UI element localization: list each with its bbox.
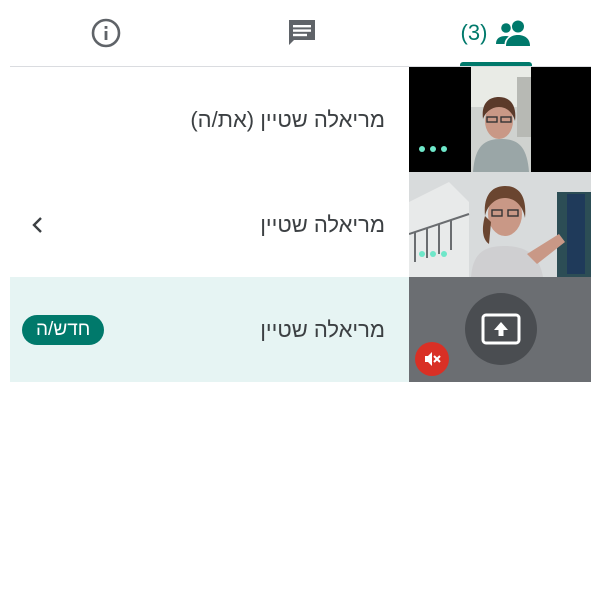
tab-info[interactable] [66,0,146,66]
present-screen-icon [481,313,521,345]
tab-bar: (3) [0,0,591,66]
tab-chat[interactable] [262,0,342,66]
chat-icon [289,20,315,45]
participant-list: מריאלה שטיין (את/ה) מריאלה שטיין מריאלה … [10,67,591,382]
tab-people[interactable]: (3) [440,0,552,66]
video-tile [409,172,591,277]
video-tile [409,67,591,172]
audio-indicator [419,146,447,152]
participant-row[interactable]: מריאלה שטיין [10,172,591,277]
new-badge: חדש/ה [22,315,105,345]
participant-row[interactable]: מריאלה שטיין חדש/ה [10,277,591,382]
participant-video [409,172,591,277]
chevron-left-icon [32,216,42,233]
participant-name: מריאלה שטיין [260,211,385,237]
muted-indicator [415,342,449,376]
expand-button[interactable] [28,172,48,277]
audio-indicator [419,251,447,257]
participant-video [471,67,531,172]
participant-count: (3) [460,20,488,45]
participant-name: מריאלה שטיין [260,316,385,342]
info-icon [91,18,121,48]
participant-row[interactable]: מריאלה שטיין (את/ה) [10,67,591,172]
people-icon [496,20,531,46]
presentation-avatar [465,293,537,365]
presentation-tile [409,277,591,382]
participant-name: מריאלה שטיין (את/ה) [190,106,385,132]
mic-off-icon [425,352,441,366]
